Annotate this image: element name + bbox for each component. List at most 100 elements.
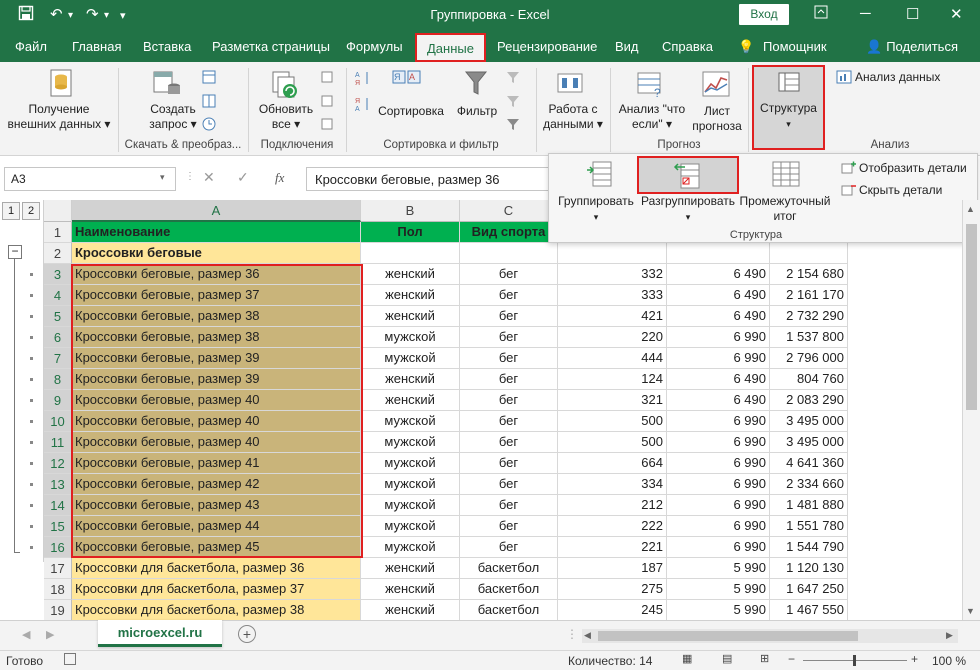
cell-f[interactable]: 2 083 290 — [770, 390, 848, 411]
add-sheet-icon[interactable]: + — [238, 625, 256, 643]
cell-f[interactable]: 1 647 250 — [770, 579, 848, 600]
tab-review[interactable]: Рецензирование — [497, 39, 597, 54]
row-header[interactable]: 6 — [44, 327, 72, 348]
zoom-out-icon[interactable]: − — [788, 652, 795, 666]
edit-links-icon[interactable] — [320, 117, 334, 134]
cell-b[interactable]: мужской — [361, 516, 460, 537]
cell-d[interactable]: 332 — [558, 264, 667, 285]
cell-e[interactable]: 6 990 — [667, 453, 770, 474]
ungroup-button[interactable] — [637, 156, 739, 194]
cell-b[interactable]: мужской — [361, 495, 460, 516]
cell-f[interactable]: 804 760 — [770, 369, 848, 390]
cell-c[interactable]: баскетбол — [460, 558, 558, 579]
cell-f[interactable]: 3 495 000 — [770, 411, 848, 432]
vertical-scrollbar[interactable]: ▲ ▼ — [962, 200, 980, 620]
name-box-dropdown-icon[interactable]: ▾ — [160, 172, 165, 183]
cell-e[interactable]: 6 990 — [667, 537, 770, 558]
cell-d[interactable]: 124 — [558, 369, 667, 390]
cell-f[interactable]: 1 481 880 — [770, 495, 848, 516]
macro-record-icon[interactable] — [64, 653, 76, 665]
cell-b[interactable]: мужской — [361, 474, 460, 495]
cell-e[interactable]: 6 990 — [667, 474, 770, 495]
tab-file[interactable]: Файл — [15, 39, 47, 54]
cell-c[interactable]: Вид спорта — [460, 222, 558, 243]
row-header[interactable]: 11 — [44, 432, 72, 453]
outline-level-1-button[interactable]: 1 — [2, 202, 20, 220]
cell-a[interactable]: Кроссовки беговые, размер 37 — [72, 285, 361, 306]
cell-c[interactable]: бег — [460, 348, 558, 369]
cell-c[interactable]: бег — [460, 411, 558, 432]
show-queries-icon[interactable] — [202, 70, 216, 87]
collapse-group-button[interactable]: − — [8, 245, 22, 259]
cell-b[interactable]: мужской — [361, 453, 460, 474]
cell-c[interactable]: бег — [460, 390, 558, 411]
cell-c[interactable]: бег — [460, 453, 558, 474]
data-tools-button[interactable]: Работа с данными ▾ — [540, 102, 606, 132]
row-header[interactable]: 4 — [44, 285, 72, 306]
name-box[interactable]: A3 — [4, 167, 176, 191]
connections-icon[interactable] — [320, 70, 334, 87]
scroll-down-icon[interactable]: ▼ — [966, 606, 975, 616]
cell-d[interactable]: 222 — [558, 516, 667, 537]
cell-f[interactable]: 1 544 790 — [770, 537, 848, 558]
cell-f[interactable]: 1 467 550 — [770, 600, 848, 621]
cell-b[interactable]: мужской — [361, 327, 460, 348]
ungroup-dropdown-icon[interactable]: ▾ — [637, 210, 739, 225]
maximize-icon[interactable]: ☐ — [906, 5, 919, 23]
advanced-filter-icon[interactable] — [506, 117, 520, 134]
get-external-data-button[interactable]: Получение внешних данных ▾ — [4, 102, 114, 132]
cell-f[interactable]: 2 154 680 — [770, 264, 848, 285]
row-header[interactable]: 17 — [44, 558, 72, 579]
sort-za-icon[interactable]: ЯА — [354, 96, 372, 115]
cell-b[interactable]: женский — [361, 264, 460, 285]
cell-d[interactable]: 500 — [558, 411, 667, 432]
cell-c[interactable]: бег — [460, 306, 558, 327]
cell-a[interactable]: Кроссовки беговые, размер 39 — [72, 348, 361, 369]
cell-e[interactable] — [667, 243, 770, 264]
show-detail-button[interactable]: Отобразить детали — [859, 161, 967, 176]
recent-sources-icon[interactable] — [202, 117, 216, 134]
close-icon[interactable]: ✕ — [950, 5, 963, 23]
tab-data[interactable]: Данные — [415, 33, 486, 62]
tab-view[interactable]: Вид — [615, 39, 639, 54]
row-header[interactable]: 14 — [44, 495, 72, 516]
sheet-tab-microexcel[interactable]: microexcel.ru — [98, 620, 222, 647]
cancel-icon[interactable]: ✕ — [203, 169, 215, 186]
select-all-corner[interactable] — [44, 200, 72, 222]
row-header[interactable]: 12 — [44, 453, 72, 474]
cell-c[interactable]: бег — [460, 474, 558, 495]
cell-b[interactable]: женский — [361, 579, 460, 600]
cell-f[interactable]: 2 732 290 — [770, 306, 848, 327]
cell-e[interactable]: 6 490 — [667, 285, 770, 306]
cell-a[interactable]: Наименование — [72, 222, 361, 243]
enter-icon[interactable]: ✓ — [237, 169, 249, 186]
cell-b[interactable]: женский — [361, 390, 460, 411]
insert-function-icon[interactable]: fx — [275, 170, 284, 186]
reapply-icon[interactable] — [506, 94, 520, 111]
cell-d[interactable]: 221 — [558, 537, 667, 558]
scroll-thumb[interactable] — [966, 224, 977, 410]
cell-b[interactable]: женский — [361, 558, 460, 579]
cell-a[interactable]: Кроссовки беговые, размер 36 — [72, 264, 361, 285]
tab-help[interactable]: Справка — [662, 39, 713, 54]
cell-c[interactable]: бег — [460, 369, 558, 390]
cell-e[interactable]: 6 490 — [667, 369, 770, 390]
scroll-up-icon[interactable]: ▲ — [966, 204, 975, 214]
cell-a[interactable]: Кроссовки беговые, размер 40 — [72, 390, 361, 411]
cell-c[interactable]: бег — [460, 537, 558, 558]
tab-split-handle-icon[interactable]: ⋮ — [566, 627, 578, 641]
cell-d[interactable]: 444 — [558, 348, 667, 369]
cell-f[interactable]: 2 161 170 — [770, 285, 848, 306]
zoom-level[interactable]: 100 % — [932, 654, 966, 668]
page-layout-view-icon[interactable]: ▤ — [722, 652, 732, 665]
cell-d[interactable]: 421 — [558, 306, 667, 327]
cell-f[interactable]: 1 120 130 — [770, 558, 848, 579]
filter-button[interactable]: Фильтр — [454, 104, 500, 119]
normal-view-icon[interactable]: ▦ — [682, 652, 692, 665]
cell-a[interactable]: Кроссовки беговые, размер 40 — [72, 432, 361, 453]
from-table-icon[interactable] — [202, 94, 216, 111]
row-header[interactable]: 10 — [44, 411, 72, 432]
cell-b[interactable]: женский — [361, 306, 460, 327]
h-scroll-thumb[interactable] — [598, 631, 858, 641]
row-header[interactable]: 9 — [44, 390, 72, 411]
